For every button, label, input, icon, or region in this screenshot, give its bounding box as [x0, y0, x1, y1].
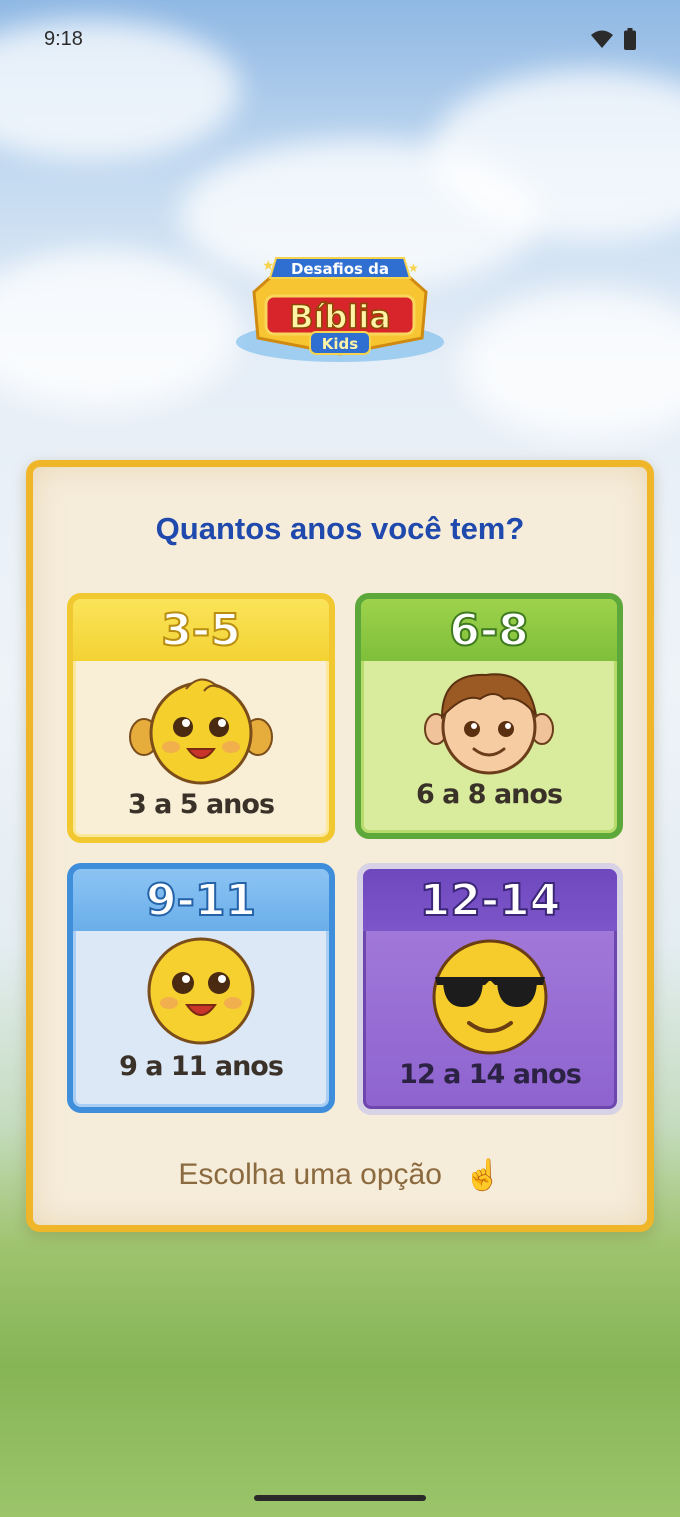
status-icons — [590, 28, 636, 50]
logo-line1: Desafios da — [291, 260, 389, 278]
wifi-icon — [591, 30, 613, 48]
hint-text: Escolha uma opção — [178, 1158, 442, 1192]
logo-line2: Bíblia — [289, 298, 391, 336]
pointing-up-icon: ☝ — [464, 1158, 502, 1192]
boy-face-icon — [424, 673, 554, 775]
age-option-6-8[interactable]: 6-8 6 a 8 anos — [355, 593, 623, 839]
age-option-3-5[interactable]: 3-5 3 a 5 anos — [67, 593, 335, 843]
age-option-label: 3 a 5 anos — [127, 789, 275, 820]
svg-text:★: ★ — [262, 258, 275, 274]
age-range-label: 3-5 — [73, 599, 329, 661]
sunglasses-face-icon — [432, 939, 548, 1055]
age-option-9-11[interactable]: 9-11 9 a 11 anos — [67, 863, 335, 1113]
question-title: Quantos anos você tem? — [155, 511, 525, 546]
age-range-label: 9-11 — [73, 869, 329, 931]
baby-face-icon — [129, 678, 273, 785]
battery-icon — [624, 28, 636, 50]
age-option-label: 6 a 8 anos — [415, 779, 563, 810]
app-logo: Desafios da Bíblia Kids ★ ★ — [232, 250, 448, 370]
svg-text:★: ★ — [408, 261, 419, 275]
age-range-label: 12-14 — [363, 869, 617, 931]
choose-option-hint: Escolha uma opção ☝ — [33, 1157, 647, 1193]
age-option-12-14[interactable]: 12-14 12 a 14 anos — [357, 863, 623, 1115]
age-range-label: 6-8 — [361, 599, 617, 661]
logo-line3: Kids — [322, 335, 359, 353]
status-time: 9:18 — [44, 28, 83, 50]
smiling-face-icon — [147, 937, 255, 1045]
age-option-label: 12 a 14 anos — [399, 1059, 582, 1090]
age-selection-panel: Quantos anos você tem? 3-5 3 a 5 anos 6-… — [26, 460, 654, 1232]
status-bar: 9:18 — [0, 0, 680, 80]
home-gesture-bar[interactable] — [254, 1495, 426, 1501]
age-option-label: 9 a 11 anos — [119, 1051, 284, 1082]
